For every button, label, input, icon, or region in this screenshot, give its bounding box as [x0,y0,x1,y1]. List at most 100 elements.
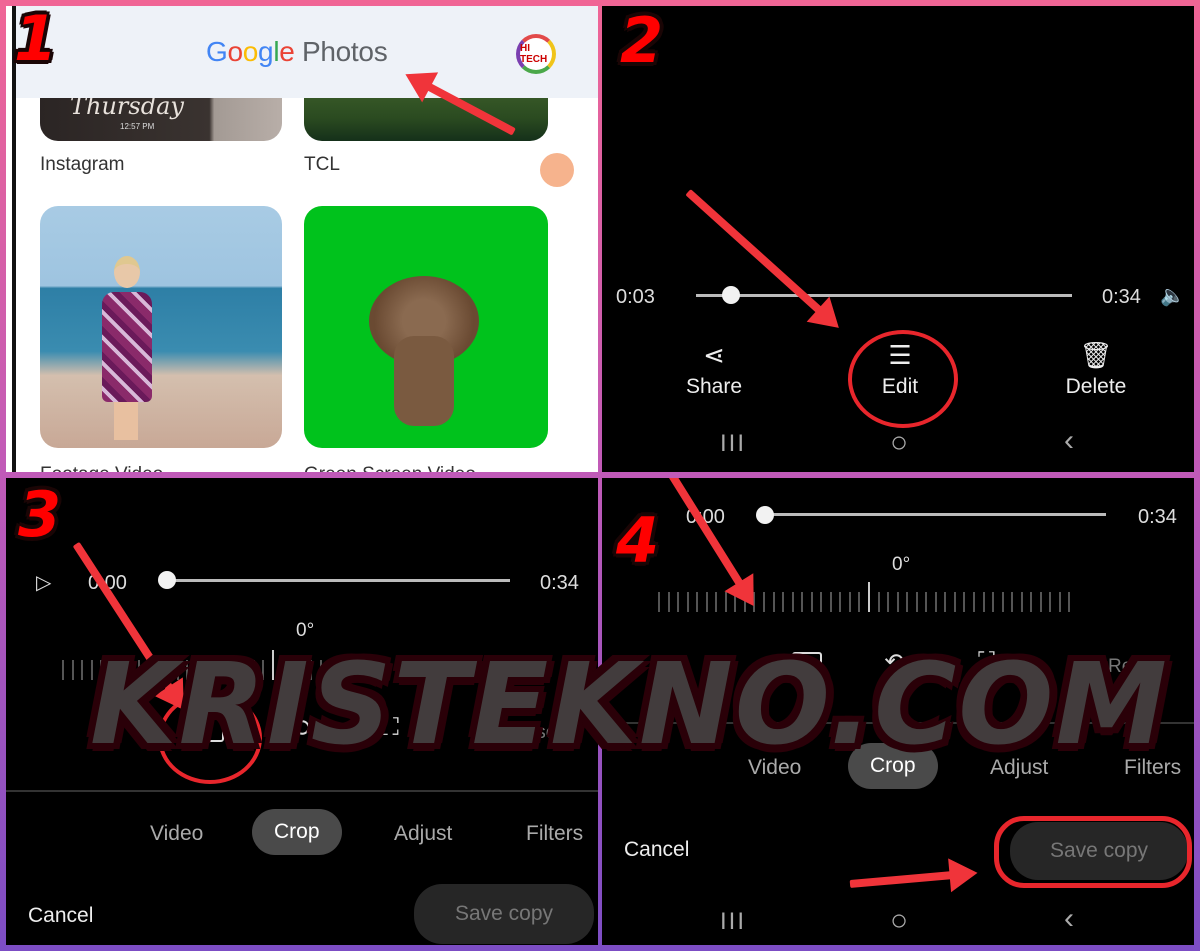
dial-tick [424,660,427,680]
step4-save-copy-panel: 0:00 0:34 0° ⟲ ⛶ Reset Video Crop Adjust… [602,478,1194,945]
dial-tick [848,592,851,612]
dial-tick [224,660,227,680]
seek-knob[interactable] [722,286,740,304]
play-icon[interactable]: ▷ [36,570,51,595]
dial-tick [462,660,465,680]
dial-tick [1001,592,1004,612]
rotate-icon[interactable]: ⟲ [884,648,904,677]
dial-tick [195,660,198,680]
dial-tick [329,660,332,680]
dial-tick [686,592,689,612]
share-icon: ⋖ [703,340,725,370]
highlight-ring [994,816,1192,888]
logo-letter: G [206,36,228,67]
dial-tick [205,660,208,680]
highlight-ring [848,330,958,428]
dial-tick [472,660,475,680]
rotate-icon[interactable]: ⟲ [290,714,310,743]
home-icon[interactable]: ○ [890,426,908,460]
cancel-button[interactable]: Cancel [624,838,689,862]
album-thumb-footage-video[interactable] [40,206,282,448]
dial-tick [396,660,399,680]
aspect-ratio-icon[interactable] [792,652,822,676]
step1-google-photos-panel: Thursday 12:57 PM Google Photos HI TECH … [6,6,598,472]
back-icon[interactable]: ‹ [1064,424,1074,458]
avatar[interactable]: HI TECH [516,34,556,74]
recents-icon[interactable]: III [720,430,746,458]
seek-knob[interactable] [158,571,176,589]
step-number-3: 3 [18,478,62,551]
dial-tick [348,660,351,680]
rotation-dial[interactable] [658,582,1078,614]
tab-adjust[interactable]: Adjust [990,756,1048,780]
dial-tick [186,660,189,680]
step-number-4: 4 [616,504,660,577]
seek-bar[interactable] [762,513,1106,516]
tab-crop[interactable]: Crop [252,809,342,855]
reset-button[interactable]: Reset [512,722,562,744]
cancel-button[interactable]: Cancel [28,904,93,928]
tab-filters[interactable]: Filters [526,822,583,846]
seek-knob[interactable] [756,506,774,524]
save-copy-button[interactable]: Save copy [414,884,594,944]
album-thumb-green-screen-video[interactable] [304,206,548,448]
dial-tick [1068,592,1071,612]
dial-tick [992,592,995,612]
current-time: 0:03 [616,286,655,308]
dial-tick [386,660,389,680]
step2-video-viewer-panel: 0:03 0:34 🔈 ⋖ Share ☰ Edit 🗑 Delete III ○ ‹ [602,6,1194,472]
dial-tick [1020,592,1023,612]
divider [602,722,1194,724]
album-label-tcl[interactable]: TCL [304,154,340,176]
seek-bar[interactable] [166,579,510,582]
dial-tick [90,660,93,680]
album-label-instagram[interactable]: Instagram [40,154,124,176]
dial-tick [176,660,179,680]
seek-bar[interactable] [696,294,1072,297]
dial-tick [791,592,794,612]
tab-adjust[interactable]: Adjust [394,822,452,846]
tab-video[interactable]: Video [748,756,801,780]
dial-tick [715,592,718,612]
delete-button[interactable]: 🗑 Delete [1046,340,1146,399]
reset-button[interactable]: Reset [1108,656,1158,678]
logo-letter: o [227,36,243,67]
dial-tick [434,660,437,680]
share-button[interactable]: ⋖ Share [676,340,752,399]
dial-tick [443,660,446,680]
dial-tick [281,660,284,680]
dial-tick [405,660,408,680]
dial-tick [839,592,842,612]
logo-letter: e [279,36,295,67]
dial-tick [243,660,246,680]
back-icon[interactable]: ‹ [1064,902,1074,936]
dial-tick [696,592,699,612]
dial-tick [953,592,956,612]
dial-tick [915,592,918,612]
tab-video[interactable]: Video [150,822,203,846]
dial-tick [1011,592,1014,612]
rotation-degree: 0° [892,554,911,575]
home-icon[interactable]: ○ [890,904,908,938]
annotation-arrow [666,478,748,593]
tab-crop[interactable]: Crop [848,743,938,789]
rotation-dial[interactable] [62,650,482,682]
speaker-icon[interactable]: 🔈 [1160,283,1185,308]
album-label-green-screen-video[interactable]: Green Screen Video [304,464,476,472]
dial-tick [81,660,84,680]
avatar-label: HI TECH [520,43,548,65]
person-dress [102,292,152,402]
album-label-footage-video[interactable]: Footage Video [40,464,163,472]
dial-tick [453,660,456,680]
dial-tick [982,592,985,612]
free-crop-icon[interactable]: ⛶ [382,714,399,742]
recents-icon[interactable]: III [720,908,746,936]
dial-tick [944,592,947,612]
dial-tick [820,592,823,612]
app-title-photos: Photos [302,36,388,67]
dial-tick [252,660,255,680]
fast-scroll-handle[interactable] [540,153,574,187]
tab-filters[interactable]: Filters [1124,756,1181,780]
free-crop-icon[interactable]: ⛶ [978,648,995,676]
dial-tick [138,660,141,680]
